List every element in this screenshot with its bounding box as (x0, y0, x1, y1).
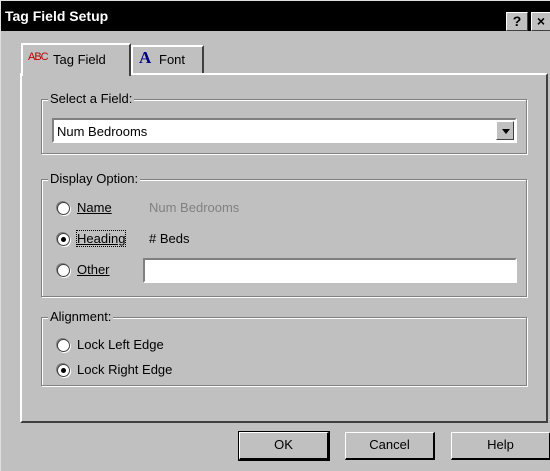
radio-lock-left[interactable] (57, 339, 70, 352)
font-a-icon: A (139, 48, 152, 67)
radio-lock-left-label[interactable]: Lock Left Edge (77, 337, 164, 352)
help-button[interactable]: Help (451, 432, 550, 460)
select-field-group-label: Select a Field: (48, 91, 135, 106)
tab-font[interactable]: A Font (131, 45, 204, 73)
alignment-group: Alignment: Lock Left Edge Lock Right Edg… (41, 309, 527, 386)
name-preview-text: Num Bedrooms (149, 200, 240, 215)
radio-other-label[interactable]: Other (77, 262, 110, 277)
radio-name[interactable] (57, 202, 70, 215)
title-bar[interactable]: Tag Field Setup ? × (1, 1, 550, 31)
dialog-window: Tag Field Setup ? × A Font ABC Tag Field… (0, 0, 550, 471)
tab-font-label: Font (159, 52, 186, 67)
dropdown-arrow-button[interactable] (496, 121, 514, 140)
tab-tag-field-label: Tag Field (53, 52, 106, 67)
tab-tag-field[interactable]: ABC Tag Field (21, 43, 131, 76)
display-option-group: Display Option: Name Num Bedrooms Headin… (41, 171, 527, 297)
radio-name-label[interactable]: Name (77, 200, 112, 215)
other-text-input[interactable] (143, 258, 517, 283)
ok-button[interactable]: OK (238, 431, 330, 461)
display-option-group-label: Display Option: (48, 171, 141, 186)
radio-other[interactable] (57, 264, 70, 277)
alignment-group-label: Alignment: (48, 309, 114, 324)
abc-text-icon: ABC (28, 51, 49, 63)
radio-lock-right-label[interactable]: Lock Right Edge (77, 362, 172, 377)
field-select-value: Num Bedrooms (57, 124, 148, 139)
radio-lock-right[interactable] (57, 364, 70, 377)
tab-panel: Select a Field: Num Bedrooms Display Opt… (20, 73, 548, 423)
field-select-dropdown[interactable]: Num Bedrooms (52, 118, 517, 143)
select-field-group: Select a Field: Num Bedrooms (41, 91, 527, 154)
chevron-down-icon (502, 129, 510, 134)
heading-preview-text: # Beds (149, 231, 190, 246)
radio-heading-label[interactable]: Heading (75, 230, 127, 247)
cancel-button[interactable]: Cancel (345, 432, 435, 460)
window-title: Tag Field Setup (5, 8, 109, 24)
help-icon[interactable]: ? (506, 12, 528, 31)
close-icon[interactable]: × (531, 12, 550, 31)
radio-heading[interactable] (57, 233, 70, 246)
